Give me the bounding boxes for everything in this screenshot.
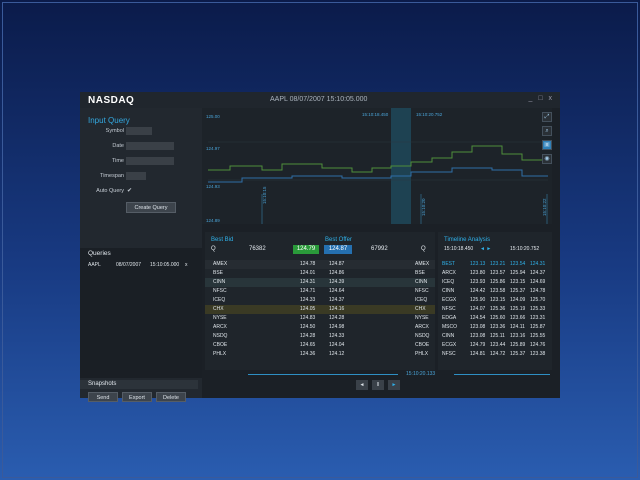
auto-query-label: Auto Query [96,188,124,194]
expand-icon[interactable]: ⤢ [542,112,552,122]
snapshots-header: Snapshots [80,380,198,389]
table-row[interactable]: ICEQ 124.33 124.37 ICEQ [205,296,435,305]
x-marker-label: 15:10:20 [421,198,426,216]
symbol-row: Symbol [80,127,202,137]
title-bar: NASDAQ AAPL 08/07/2007 15:10:05.000 _ □ … [80,92,560,108]
chart-svg [208,108,548,224]
table-row[interactable]: AMEX 124.78 124.87 AMEX [205,260,435,269]
range-end-label: 15:10:20.752 [416,112,443,117]
query-date: 08/07/2007 [116,262,142,268]
table-row[interactable]: PHLX 124.36 124.12 PHLX [205,350,435,359]
table-header: BEST 123.13 123.21 123.54 124.31 [442,261,546,267]
time-input[interactable] [126,157,174,165]
price-chart[interactable]: 125.00 124.97 124.93 124.89 15:10:18.450… [202,108,552,224]
snapshot-icon[interactable]: ▣ [542,140,552,150]
send-button[interactable]: Send [88,392,118,402]
x-marker-label: 15:10:15 [262,186,267,204]
queries-heading: Queries [88,250,111,257]
table-row[interactable]: ECGX 125.90 123.15 124.09 125.70 [438,296,552,305]
view-icon[interactable]: ◉ [542,154,552,164]
best-offer-size: 67992 [371,246,388,252]
y-tick: 125.00 [206,114,220,119]
next-button[interactable]: ► [388,380,400,390]
query-time: 15:10:05.000 [150,262,180,268]
window-controls[interactable]: _ □ x [528,95,554,102]
range-start-label: 15:10:18.450 [362,112,389,117]
best-offer-price: 124.87 [324,245,352,254]
timeline-scrollbar-left[interactable] [248,374,398,375]
delete-button[interactable]: Delete [156,392,186,402]
table-row[interactable]: MSCO 123.08 123.36 124.11 125.87 [438,323,552,332]
timeline-end: 15:10:20.752 [510,246,540,252]
auto-query-checkbox[interactable]: ✔ [127,187,132,194]
table-row[interactable]: CHX 124.05 124.16 CHX [205,305,435,314]
table-row[interactable]: EDGA 124.54 125.60 123.66 123.31 [438,314,552,323]
table-row[interactable]: NFSC 124.81 124.72 125.37 123.38 [438,350,552,359]
best-bid-heading: Best Bid [211,237,234,243]
best-offer-heading: Best Offer [325,237,352,243]
table-row[interactable]: ICEQ 123.93 125.86 123.15 124.69 [438,278,552,287]
y-tick: 124.97 [206,146,220,151]
auto-query-row: Auto Query ✔ [80,187,202,197]
table-row[interactable]: BSE 124.01 124.86 BSE [205,269,435,278]
nasdaq-logo: NASDAQ [88,95,135,106]
input-query-heading: Input Query [88,116,130,125]
y-tick: 124.89 [206,218,220,223]
time-label: Time [111,158,124,164]
query-row[interactable]: AAPL 08/07/2007 15:10:05.000 x [80,260,202,270]
query-close-icon[interactable]: x [185,262,188,268]
best-offer-side: Q [421,246,426,252]
best-bid-size: 76382 [249,246,266,252]
left-panel: Input Query Symbol Date Time Timespan Au… [80,108,202,402]
timeline-heading: Timeline Analysis [444,237,491,243]
table-row[interactable]: ARCX 123.80 123.57 125.94 124.37 [438,269,552,278]
date-row: Date [80,142,202,152]
best-bid-price: 124.79 [293,245,319,254]
date-input[interactable] [126,142,174,150]
timespan-row: Timespan [80,172,202,182]
table-row[interactable]: CBOE 124.65 124.04 CBOE [205,341,435,350]
order-book-panel: Best Bid Q 76382 124.79 Best Offer 124.8… [205,232,435,370]
date-label: Date [112,143,124,149]
footer-timestamp: 15:10:20.133 [406,371,436,377]
table-row[interactable]: ARCX 124.50 124.98 ARCX [205,323,435,332]
symbol-input[interactable] [126,127,152,135]
table-row[interactable]: NFSC 124.71 124.64 NFSC [205,287,435,296]
timespan-input[interactable] [126,172,146,180]
table-row[interactable]: CINN 123.08 125.11 123.16 125.55 [438,332,552,341]
queries-panel: Queries AAPL 08/07/2007 15:10:05.000 x [80,248,202,378]
snapshots-panel: Snapshots Send Export Delete [80,380,202,402]
table-row[interactable]: NSDQ 124.28 124.33 NSDQ [205,332,435,341]
timespan-label: Timespan [100,173,124,179]
bid-series-line [208,145,548,173]
y-tick: 124.93 [206,184,220,189]
create-query-button[interactable]: Create Query [126,202,176,213]
app-window: NASDAQ AAPL 08/07/2007 15:10:05.000 _ □ … [80,92,560,402]
table-row[interactable]: CINN 124.42 123.58 125.37 124.78 [438,287,552,296]
time-row: Time [80,157,202,167]
timeline-start: 15:10:18.450 [444,246,474,252]
table-row[interactable]: NFSC 124.07 125.36 125.19 125.33 [438,305,552,314]
timeline-panel: Timeline Analysis 15:10:18.450 ◄ ► 15:10… [438,232,552,370]
best-bid-side: Q [211,246,216,252]
export-button[interactable]: Export [122,392,152,402]
pause-button[interactable]: II [372,380,384,390]
table-row[interactable]: NYSE 124.83 124.28 NYSE [205,314,435,323]
window-title: AAPL 08/07/2007 15:10:05.000 [270,96,368,103]
table-row[interactable]: CINN 124.31 124.39 CINN [205,278,435,287]
timeline-arrows[interactable]: ◄ ► [480,246,491,252]
snapshots-heading: Snapshots [88,381,117,387]
x-marker-label: 15:10:22 [542,198,547,216]
zoom-icon[interactable]: ⌕ [542,126,552,136]
timeline-scrollbar-right[interactable] [454,374,550,375]
symbol-label: Symbol [105,128,124,134]
query-symbol: AAPL [88,262,101,268]
previous-button[interactable]: ◄ [356,380,368,390]
table-row[interactable]: ECGX 124.79 123.44 125.89 124.76 [438,341,552,350]
